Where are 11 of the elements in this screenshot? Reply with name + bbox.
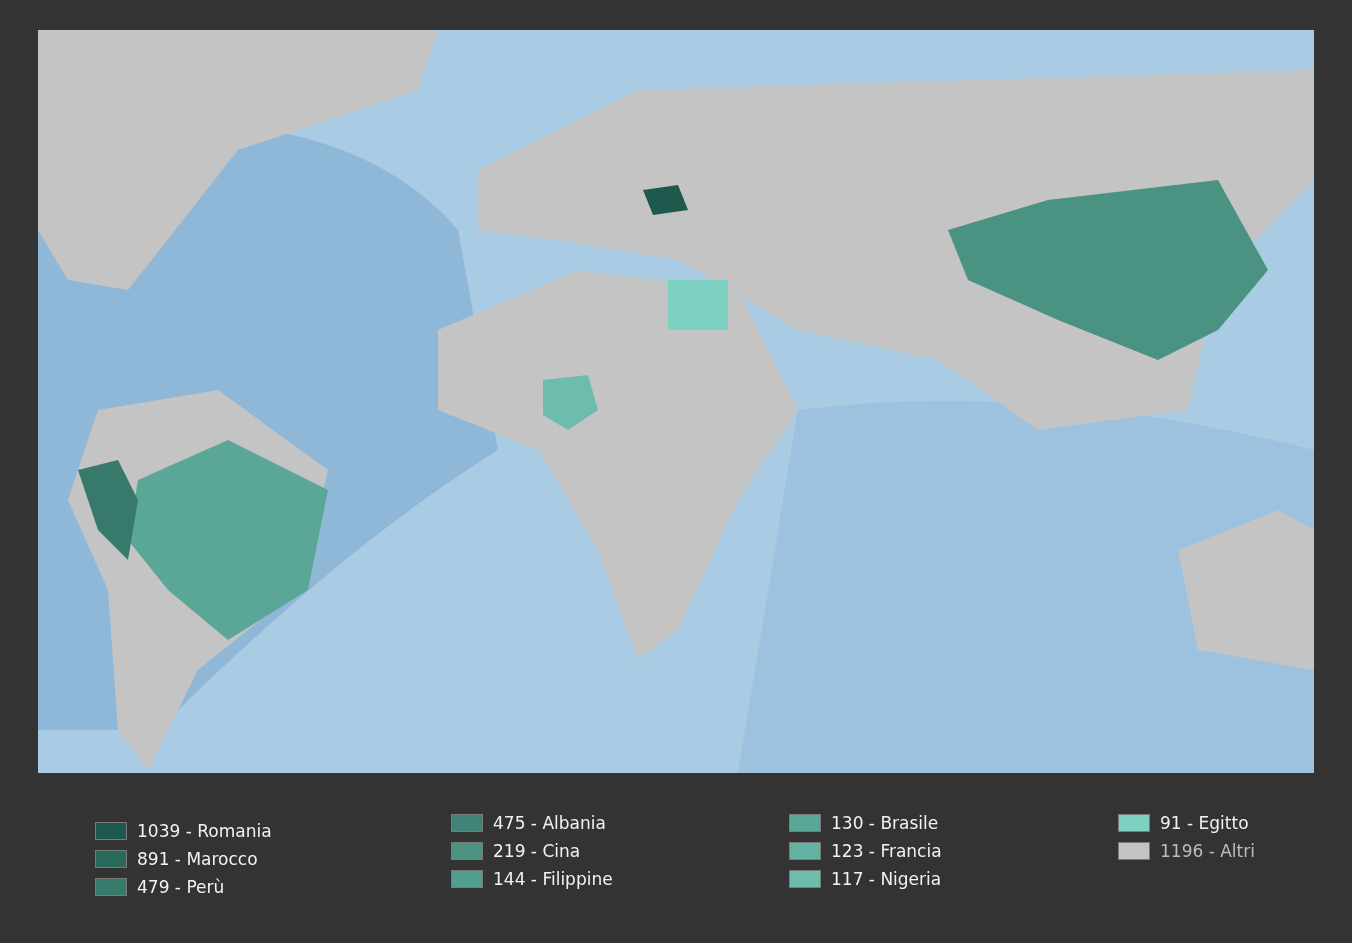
legend-label: 91 - Egitto bbox=[1160, 813, 1249, 833]
legend-label: 130 - Brasile bbox=[831, 813, 939, 833]
legend-label: 1196 - Altri bbox=[1160, 841, 1255, 861]
legend-label: 117 - Nigeria bbox=[831, 869, 942, 889]
legend-label: 479 - Perù bbox=[137, 877, 225, 897]
legend-label: 475 - Albania bbox=[493, 813, 606, 833]
legend-label: 891 - Marocco bbox=[137, 849, 258, 869]
legend-label: 144 - Filippine bbox=[493, 869, 613, 889]
legend-label: 219 - Cina bbox=[493, 841, 581, 861]
legend-label: 1039 - Romania bbox=[137, 821, 272, 841]
legend-label: 123 - Francia bbox=[831, 841, 942, 861]
